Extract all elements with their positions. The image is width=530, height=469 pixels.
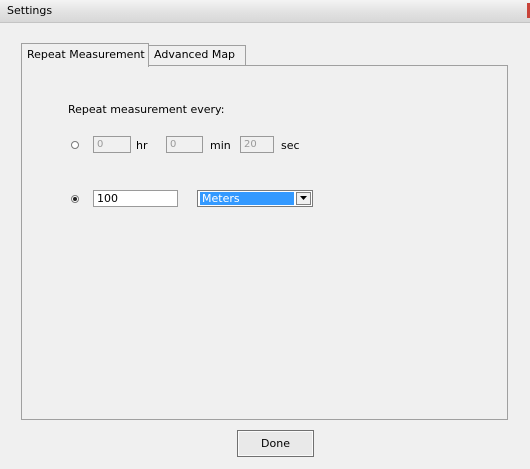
title-bar[interactable]: Settings	[0, 0, 530, 23]
distance-radio[interactable]	[71, 195, 79, 203]
radio-selected-dot	[73, 197, 77, 201]
tab-panel	[21, 65, 508, 420]
minutes-field[interactable]	[166, 136, 203, 153]
time-interval-radio[interactable]	[71, 141, 79, 149]
window-title: Settings	[7, 4, 53, 17]
done-button[interactable]: Done	[237, 430, 314, 457]
seconds-unit-label: sec	[281, 139, 300, 152]
dropdown-arrow-button[interactable]	[296, 192, 311, 205]
seconds-field[interactable]	[240, 136, 274, 153]
tab-advanced-map[interactable]: Advanced Map	[149, 45, 246, 65]
minutes-unit-label: min	[210, 139, 231, 152]
repeat-heading: Repeat measurement every:	[68, 103, 225, 116]
distance-unit-value: Meters	[200, 192, 294, 205]
hours-field[interactable]	[93, 136, 131, 153]
distance-value-field[interactable]	[93, 190, 178, 207]
chevron-down-icon	[300, 196, 307, 200]
hours-unit-label: hr	[136, 139, 148, 152]
tab-repeat-measurement[interactable]: Repeat Measurement	[21, 43, 149, 67]
distance-unit-dropdown[interactable]: Meters	[197, 190, 313, 207]
